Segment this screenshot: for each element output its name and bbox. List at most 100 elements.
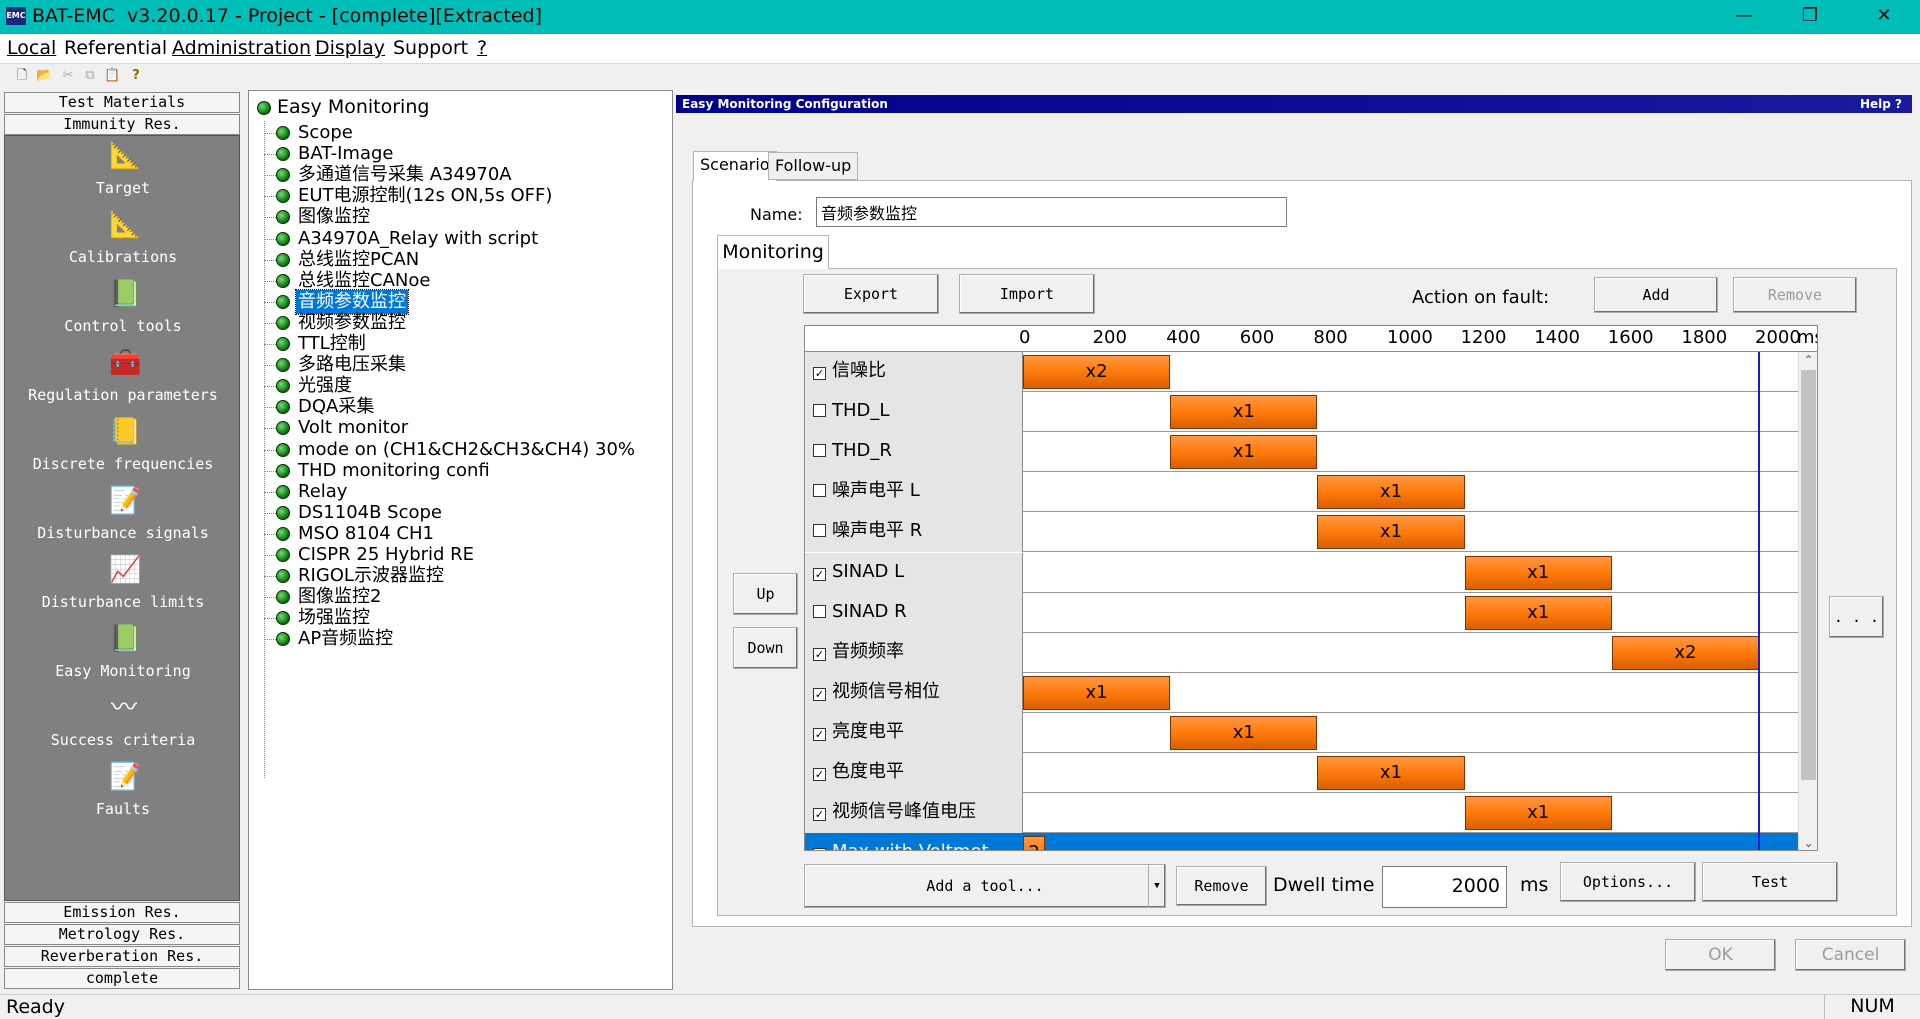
timeline-row[interactable]: ✓ 视频信号相位 x1 xyxy=(805,672,1800,713)
nav-item-target[interactable]: 📐 Target xyxy=(5,141,241,209)
row-checkbox[interactable]: ✓ xyxy=(813,567,826,581)
nav-test-materials[interactable]: Test Materials xyxy=(4,92,240,113)
timeline-row[interactable]: ✓ 音频频率 x2 xyxy=(805,632,1800,673)
row-checkbox[interactable]: ✓ xyxy=(813,647,826,661)
nav-complete[interactable]: complete xyxy=(4,968,240,989)
help-icon[interactable]: ? xyxy=(128,68,144,84)
copy-icon[interactable]: ⧉ xyxy=(82,68,98,84)
menu-administration[interactable]: Administration xyxy=(172,37,311,59)
tab-follow-up[interactable]: Follow-up xyxy=(768,152,859,180)
nav-item-regulation-parameters[interactable]: 🧰 Regulation parameters xyxy=(5,348,241,416)
row-checkbox[interactable] xyxy=(813,484,826,498)
timeline-row[interactable]: ✓ Max with Voltmet 2 xyxy=(805,833,1800,850)
timeline-bar[interactable]: x1 xyxy=(1464,796,1612,831)
timeline-row[interactable]: THD_L x1 xyxy=(805,392,1800,433)
row-name: ✓ 色度电平 xyxy=(805,753,1023,793)
timeline-row[interactable]: THD_R x1 xyxy=(805,432,1800,473)
cancel-button[interactable]: Cancel xyxy=(1795,939,1906,971)
nav-item-discrete-frequencies[interactable]: 📒 Discrete frequencies xyxy=(5,417,241,485)
nav-metrology-res[interactable]: Metrology Res. xyxy=(4,924,240,945)
new-file-icon[interactable]: 🗋 xyxy=(14,68,30,84)
row-checkbox[interactable]: ✓ xyxy=(813,808,826,822)
timeline-bar[interactable]: x1 xyxy=(1464,555,1612,590)
row-checkbox[interactable] xyxy=(813,444,826,458)
paste-icon[interactable]: 📋 xyxy=(104,68,120,84)
tree-connector xyxy=(264,217,276,219)
timeline-bar[interactable]: 2 xyxy=(1023,836,1046,850)
timeline-bar[interactable]: x1 xyxy=(1317,475,1465,510)
nav-item-disturbance-limits[interactable]: 📈 Disturbance limits xyxy=(5,555,241,623)
timeline-bar[interactable]: x1 xyxy=(1170,395,1318,430)
tree-connector xyxy=(264,280,276,282)
row-checkbox[interactable]: ✓ xyxy=(813,768,826,781)
nav-reverberation-res[interactable]: Reverberation Res. xyxy=(4,946,240,967)
timeline-bar[interactable]: x1 xyxy=(1170,715,1318,750)
options-button[interactable]: Options... xyxy=(1560,862,1696,902)
chevron-down-icon[interactable]: ▼ xyxy=(1148,865,1165,907)
timeline-bar[interactable]: x1 xyxy=(1317,515,1465,550)
tab-monitoring[interactable]: Monitoring xyxy=(717,235,829,269)
name-input[interactable]: 音频参数监控 xyxy=(816,197,1287,227)
row-checkbox[interactable] xyxy=(813,604,826,618)
tree-root[interactable]: Easy Monitoring xyxy=(257,96,429,118)
nav-item-faults[interactable]: 📝 Faults xyxy=(5,762,241,830)
menu-local[interactable]: Local xyxy=(7,37,56,59)
timeline-row[interactable]: ✓ 视频信号峰值电压 x1 xyxy=(805,793,1800,834)
import-button[interactable]: Import xyxy=(959,274,1095,314)
nav-immunity-res[interactable]: Immunity Res. xyxy=(4,114,240,135)
scroll-up-icon[interactable]: ⌃ xyxy=(1799,352,1817,369)
down-button[interactable]: Down xyxy=(733,627,798,669)
timeline-bar[interactable]: x1 xyxy=(1317,756,1465,790)
tree-node-icon xyxy=(276,484,290,499)
nav-emission-res[interactable]: Emission Res. xyxy=(4,902,240,923)
timeline-row[interactable]: ✓ 色度电平 x1 xyxy=(805,753,1800,793)
restore-button[interactable]: ❐ xyxy=(1782,0,1838,34)
help-link[interactable]: Help ? xyxy=(1860,95,1902,113)
nav-item-control-tools[interactable]: 📗 Control tools xyxy=(5,279,241,347)
timeline-row[interactable]: SINAD R x1 xyxy=(805,592,1800,633)
minimize-button[interactable]: — xyxy=(1716,0,1772,34)
nav-item-disturbance-signals[interactable]: 📝 Disturbance signals xyxy=(5,486,241,554)
timeline-row[interactable]: ✓ SINAD L x1 xyxy=(805,552,1800,593)
timeline-bar[interactable]: x1 xyxy=(1464,595,1612,630)
immunity-items-panel: 📐 Target 📐 Calibrations 📗 Control tools 🧰 Regul… xyxy=(4,135,240,901)
timeline-bar[interactable]: x2 xyxy=(1611,635,1759,670)
open-folder-icon[interactable]: 📂 xyxy=(36,68,52,84)
up-button[interactable]: Up xyxy=(733,573,798,615)
nav-item-easy-monitoring[interactable]: 📗 Easy Monitoring xyxy=(5,624,241,692)
ok-button[interactable]: OK xyxy=(1665,939,1776,971)
row-checkbox[interactable]: ✓ xyxy=(813,367,826,380)
menu-referential[interactable]: Referential xyxy=(64,37,167,59)
export-button[interactable]: Export xyxy=(803,274,939,314)
timeline-bar[interactable]: x1 xyxy=(1023,675,1171,710)
remove-fault-button[interactable]: Remove xyxy=(1733,277,1857,313)
timeline-row[interactable]: 噪声电平 L x1 xyxy=(805,472,1800,513)
row-checkbox[interactable]: ✓ xyxy=(813,727,826,741)
timeline-row[interactable]: 噪声电平 R x1 xyxy=(805,512,1800,553)
dwell-time-input[interactable]: 2000 xyxy=(1382,866,1507,908)
row-checkbox[interactable] xyxy=(813,524,826,538)
row-checkbox[interactable] xyxy=(813,404,826,418)
menu-display[interactable]: Display xyxy=(315,37,385,59)
menu-support[interactable]: Support xyxy=(393,37,468,59)
row-checkbox[interactable]: ✓ xyxy=(813,687,826,701)
nav-item-calibrations[interactable]: 📐 Calibrations xyxy=(5,210,241,278)
more-button[interactable]: . . . xyxy=(1829,596,1884,638)
timeline-row[interactable]: ✓ 信噪比 x2 xyxy=(805,352,1800,392)
timeline-bar[interactable]: x2 xyxy=(1023,355,1171,389)
tab-scenario[interactable]: Scenario xyxy=(693,151,777,181)
add-button[interactable]: Add xyxy=(1594,277,1718,313)
nav-item-success-criteria[interactable]: 〰 Success criteria xyxy=(5,693,241,761)
menu-help[interactable]: ? xyxy=(477,37,487,59)
vertical-scrollbar[interactable]: ⌃ ⌄ xyxy=(1798,352,1817,850)
add-tool-dropdown[interactable]: Add a tool... ▼ xyxy=(804,864,1166,908)
cut-icon[interactable]: ✂ xyxy=(60,68,76,84)
test-button[interactable]: Test xyxy=(1702,862,1838,902)
scrollbar-thumb[interactable] xyxy=(1801,370,1816,780)
close-button[interactable]: ✕ xyxy=(1856,0,1912,34)
row-checkbox[interactable]: ✓ xyxy=(813,848,826,850)
timeline-row[interactable]: ✓ 亮度电平 x1 xyxy=(805,712,1800,753)
timeline-bar[interactable]: x1 xyxy=(1170,435,1318,470)
scroll-down-icon[interactable]: ⌄ xyxy=(1799,835,1817,850)
remove-tool-button[interactable]: Remove xyxy=(1176,866,1267,906)
